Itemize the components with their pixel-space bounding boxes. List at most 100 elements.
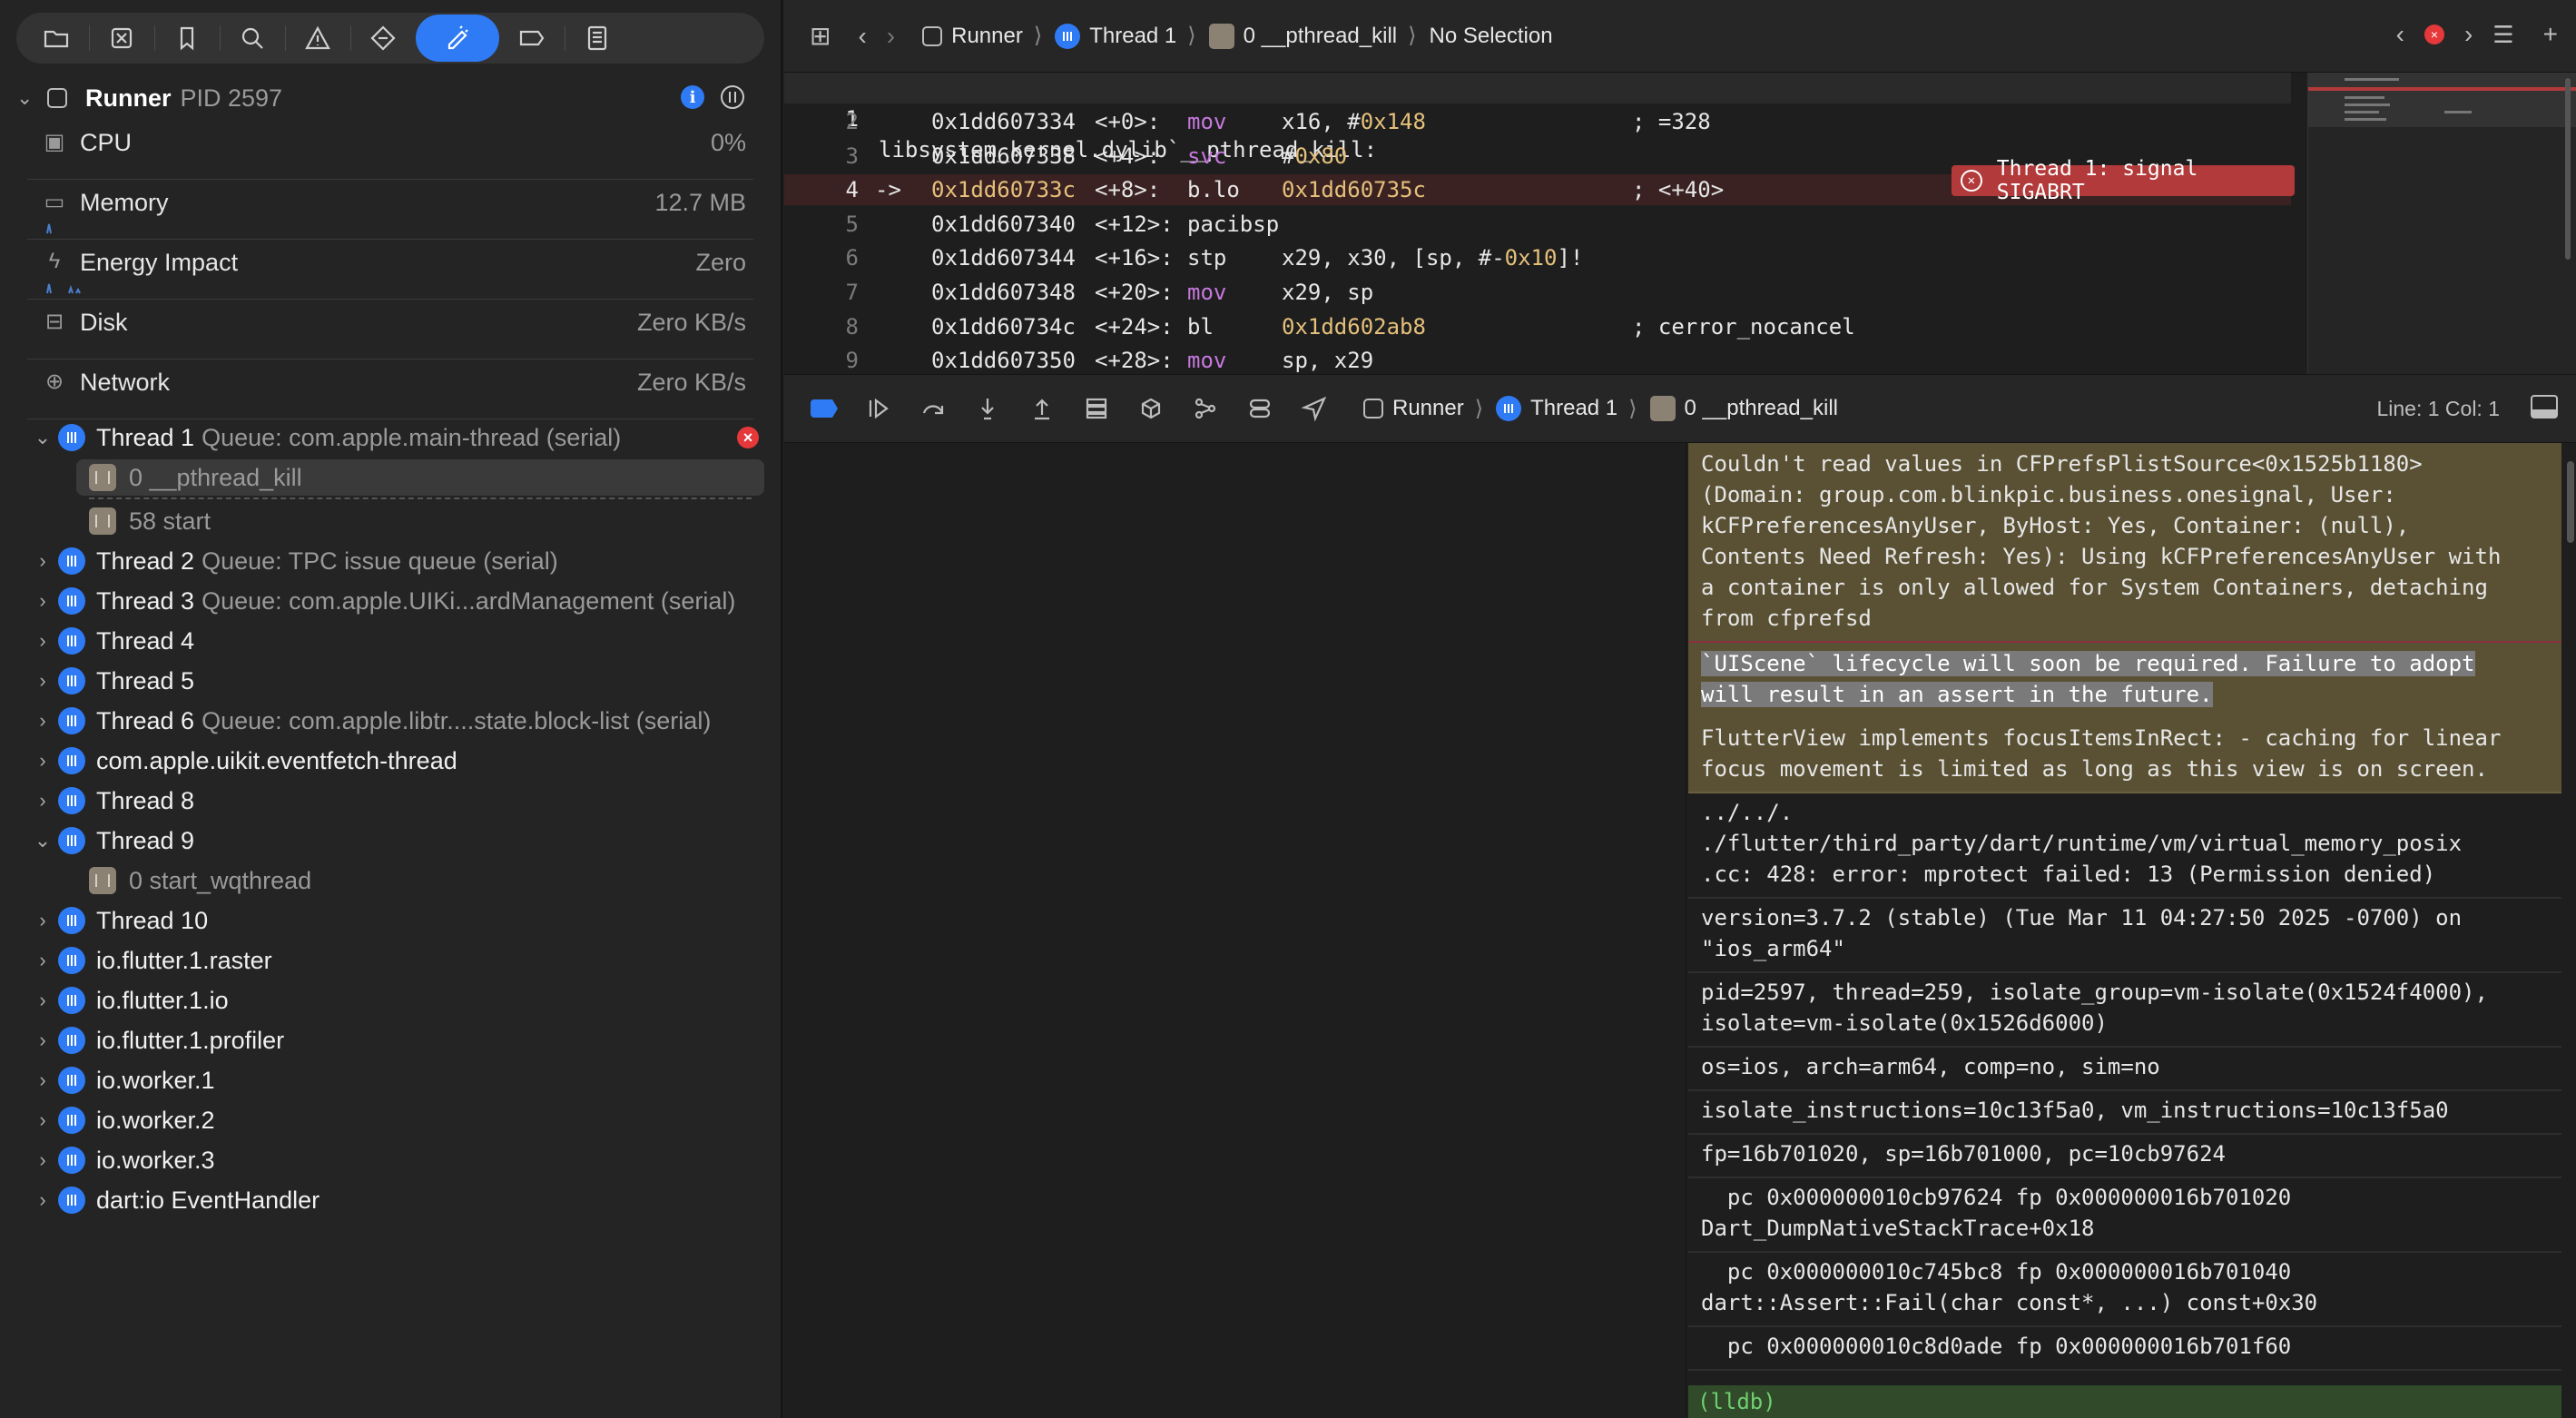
chevron-down-icon[interactable]: ⌄ xyxy=(16,86,34,110)
debug-breadcrumb-thread[interactable]: Thread 1 ⟩ xyxy=(1496,396,1637,422)
console-log-entry[interactable]: fp=16b701020, sp=16b701000, pc=10cb97624 xyxy=(1688,1133,2561,1178)
editor-scrollbar[interactable] xyxy=(2565,78,2571,260)
console-log-entry[interactable]: FlutterView implements focusItemsInRect:… xyxy=(1688,717,2561,793)
process-row[interactable]: ⌄ Runner PID 2597 i xyxy=(16,82,761,114)
thread-row[interactable]: ⌄ Thread 1 Queue: com.apple.main-thread … xyxy=(27,419,764,456)
folder-icon[interactable] xyxy=(24,15,89,62)
console-scrollbar[interactable] xyxy=(2567,461,2574,543)
signal-annotation[interactable]: ✕ Thread 1: signal SIGABRT xyxy=(1952,157,2295,204)
chevron-right-icon[interactable]: › xyxy=(27,789,58,812)
source-control-icon[interactable] xyxy=(89,15,154,62)
console-log-entry[interactable]: pc 0x000000010c745bc8 fp 0x000000016b701… xyxy=(1688,1251,2561,1327)
info-icon[interactable]: i xyxy=(681,85,704,109)
console[interactable]: Couldn't read values in CFPrefsPlistSour… xyxy=(1688,443,2576,1418)
chevron-right-icon[interactable]: › xyxy=(27,1029,58,1052)
debug-icon[interactable] xyxy=(416,15,499,62)
console-log-entry[interactable]: pc 0x000000010c8d0ade fp 0x000000016b701… xyxy=(1688,1325,2561,1371)
gauge-energy[interactable]: ϟ Energy Impact Zero xyxy=(27,240,753,300)
error-icon[interactable]: × xyxy=(2424,25,2444,44)
chevron-down-icon[interactable]: ⌄ xyxy=(27,829,58,852)
toggle-icon[interactable] xyxy=(1233,395,1287,422)
memory-graph-icon[interactable] xyxy=(1124,395,1178,422)
next-issue-icon[interactable]: › xyxy=(2464,20,2473,49)
add-editor-icon[interactable]: + xyxy=(2543,20,2558,49)
thread-row[interactable]: › com.apple.uikit.eventfetch-thread xyxy=(27,743,764,779)
thread-row[interactable]: ⌄ Thread 9 xyxy=(27,822,764,859)
thread-row[interactable]: › io.flutter.1.profiler xyxy=(27,1022,764,1059)
gauge-cpu[interactable]: ▣ CPU 0% xyxy=(27,120,753,180)
thread-row[interactable]: › io.flutter.1.io xyxy=(27,982,764,1019)
breakpoints-toggle-icon[interactable] xyxy=(797,399,851,418)
breadcrumb-selection[interactable]: No Selection xyxy=(1429,24,1552,49)
breakpoint-icon[interactable] xyxy=(499,15,565,62)
continue-icon[interactable] xyxy=(851,395,906,422)
chevron-right-icon[interactable]: › xyxy=(27,669,58,693)
chevron-right-icon[interactable]: › xyxy=(27,1068,58,1092)
console-log-entry[interactable]: `UIScene` lifecycle will soon be require… xyxy=(1688,641,2561,719)
step-over-icon[interactable] xyxy=(906,395,960,422)
console-log-entry[interactable]: isolate_instructions=10c13f5a0, vm_instr… xyxy=(1688,1089,2561,1135)
report-icon[interactable] xyxy=(565,15,630,62)
back-icon[interactable]: ‹ xyxy=(858,22,866,51)
location-icon[interactable] xyxy=(1287,395,1342,422)
thread-row[interactable]: › Thread 4 xyxy=(27,623,764,659)
lldb-prompt[interactable]: (lldb) xyxy=(1688,1385,2561,1418)
chevron-right-icon[interactable]: › xyxy=(27,1108,58,1132)
chevron-right-icon[interactable]: › xyxy=(27,629,58,653)
chevron-down-icon[interactable]: ⌄ xyxy=(27,426,58,449)
debug-breadcrumb-runner[interactable]: Runner ⟩ xyxy=(1363,396,1483,422)
chevron-right-icon[interactable]: › xyxy=(27,709,58,733)
pause-icon[interactable] xyxy=(721,85,744,109)
gauge-disk[interactable]: ⊟ Disk Zero KB/s xyxy=(27,300,753,359)
gauge-network[interactable]: ⊕ Network Zero KB/s xyxy=(27,359,753,419)
stack-frame[interactable]: 0 start_wqthread xyxy=(89,862,764,899)
chevron-right-icon[interactable]: › xyxy=(27,989,58,1012)
thread-row[interactable]: › io.worker.2 xyxy=(27,1102,764,1138)
thread-row[interactable]: › dart:io EventHandler xyxy=(27,1182,764,1218)
console-log-entry[interactable]: Couldn't read values in CFPrefsPlistSour… xyxy=(1688,443,2561,643)
search-icon[interactable] xyxy=(220,15,285,62)
editor-options-icon[interactable]: ☰ xyxy=(2492,21,2513,49)
stack-frame[interactable]: 0 __pthread_kill xyxy=(76,459,764,496)
chevron-right-icon[interactable]: › xyxy=(27,949,58,972)
thread-row[interactable]: › Thread 3 Queue: com.apple.UIKi...ardMa… xyxy=(27,583,764,619)
environment-icon[interactable] xyxy=(1178,395,1233,422)
breadcrumb-runner[interactable]: Runner ⟩ xyxy=(922,23,1042,49)
console-log-entry[interactable]: pc 0x000000010cb97624 fp 0x000000016b701… xyxy=(1688,1177,2561,1253)
thread-row[interactable]: › Thread 8 xyxy=(27,783,764,819)
breadcrumb-frame[interactable]: 0 __pthread_kill ⟩ xyxy=(1208,23,1416,49)
bookmark-icon[interactable] xyxy=(154,15,220,62)
warning-icon[interactable] xyxy=(285,15,350,62)
forward-icon[interactable]: › xyxy=(887,22,895,51)
console-log-entry[interactable]: version=3.7.2 (stable) (Tue Mar 11 04:27… xyxy=(1688,897,2561,973)
chevron-right-icon[interactable]: › xyxy=(27,749,58,773)
step-into-icon[interactable] xyxy=(960,395,1015,422)
chevron-right-icon[interactable]: › xyxy=(27,589,58,613)
chevron-right-icon[interactable]: › xyxy=(27,1188,58,1212)
previous-issue-icon[interactable]: ‹ xyxy=(2396,20,2404,49)
breadcrumb-thread[interactable]: Thread 1 ⟩ xyxy=(1055,23,1196,49)
console-log-entry[interactable]: pid=2597, thread=259, isolate_group=vm-i… xyxy=(1688,971,2561,1048)
gauge-memory[interactable]: ▭ Memory 12.7 MB xyxy=(27,180,753,240)
console-log-entry[interactable]: os=ios, arch=arm64, comp=no, sim=no xyxy=(1688,1046,2561,1091)
stack-frame[interactable]: 58 start xyxy=(89,503,764,539)
debug-breadcrumb-frame[interactable]: 0 __pthread_kill xyxy=(1649,396,1838,421)
debug-view-hierarchy-icon[interactable] xyxy=(1069,395,1124,422)
thread-row[interactable]: › io.worker.3 xyxy=(27,1142,764,1178)
minimap[interactable] xyxy=(2307,73,2576,374)
thread-row[interactable]: › io.worker.1 xyxy=(27,1062,764,1098)
thread-row[interactable]: › Thread 5 xyxy=(27,663,764,699)
chevron-right-icon[interactable]: › xyxy=(27,549,58,573)
chevron-right-icon[interactable]: › xyxy=(27,1148,58,1172)
step-out-icon[interactable] xyxy=(1015,395,1069,422)
grid-icon[interactable]: ⊞ xyxy=(810,21,831,51)
chevron-right-icon[interactable]: › xyxy=(27,909,58,932)
variables-view[interactable] xyxy=(784,443,1686,1418)
thread-row[interactable]: › Thread 10 xyxy=(27,902,764,939)
panel-toggle-icon[interactable] xyxy=(2531,395,2558,419)
thread-row[interactable]: › Thread 2 Queue: TPC issue queue (seria… xyxy=(27,543,764,579)
test-icon[interactable] xyxy=(350,15,416,62)
console-log-entry[interactable]: ../../. ./flutter/third_party/dart/runti… xyxy=(1688,792,2561,899)
disassembly-editor[interactable]: 1 libsystem_kernel.dylib`__pthread_kill:… xyxy=(784,73,2576,374)
thread-row[interactable]: › io.flutter.1.raster xyxy=(27,942,764,979)
